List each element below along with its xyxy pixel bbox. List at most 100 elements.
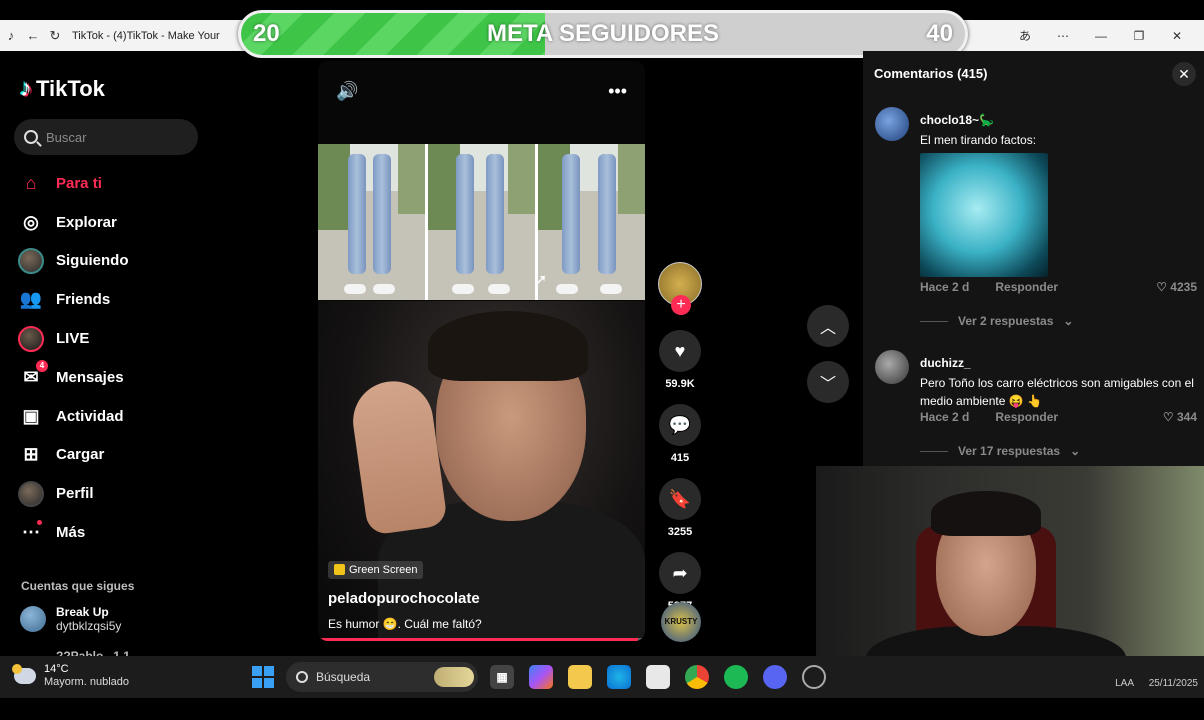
bookmark-icon: 🔖 [659, 478, 701, 520]
comment-meta: Hace 2 d Responder [920, 410, 1058, 424]
file-explorer-icon[interactable] [568, 665, 592, 689]
music-disc[interactable]: KRUSTY KRAB [661, 602, 701, 666]
webcam-overlay [816, 466, 1204, 686]
previous-video-button[interactable]: ︿ [807, 305, 849, 347]
comment-like[interactable]: ♡ 4235 [1156, 280, 1197, 294]
restore-button[interactable]: ❐ [1120, 29, 1158, 43]
comment-count: 415 [670, 452, 690, 464]
logo-text: TikTok [36, 76, 105, 101]
close-comments-button[interactable]: ✕ [1172, 62, 1196, 86]
search-placeholder: Buscar [46, 129, 87, 145]
sidebar-item-friends[interactable]: 👥 Friends [18, 280, 208, 319]
back-icon[interactable]: ← [22, 28, 44, 43]
sidebar-item-explorar[interactable]: ◎ Explorar [18, 203, 208, 242]
video-progress-fill [318, 638, 639, 641]
live-icon [18, 325, 44, 352]
view-replies-button[interactable]: Ver 2 respuestas ⌄ [920, 314, 1073, 328]
sidebar-item-cargar[interactable]: ⊞ Cargar [18, 436, 208, 475]
windows-start-icon[interactable] [252, 666, 274, 688]
next-video-button[interactable]: ﹀ [807, 361, 849, 403]
comment-image[interactable] [920, 153, 1048, 277]
video-author[interactable]: peladopurochocolate [328, 590, 628, 607]
more-notification-dot [37, 519, 42, 525]
video-navigation: ︿ ﹀ [807, 305, 849, 417]
discord-icon[interactable] [763, 665, 787, 689]
spotify-icon[interactable] [724, 665, 748, 689]
copilot-icon[interactable] [529, 665, 553, 689]
reload-icon[interactable]: ↻ [44, 28, 66, 44]
translate-icon[interactable]: あ [1006, 27, 1044, 44]
video-player[interactable]: 🔊 ••• Green Screen peladopurochocolate E… [318, 61, 645, 641]
messages-icon: ✉ 4 [18, 360, 48, 390]
search-highlight-icon [434, 667, 474, 687]
reply-button[interactable]: Responder [995, 280, 1058, 294]
more-menu-icon[interactable]: ⋯ [1044, 29, 1082, 43]
taskbar-date[interactable]: 25/11/2025 [1149, 678, 1198, 689]
comment-time: Hace 2 d [920, 410, 970, 424]
comment-text: Pero Toño los carro eléctricos son amiga… [920, 376, 1194, 408]
comment-action[interactable]: 💬 415 [656, 404, 704, 464]
sidebar-item-label: Más [56, 524, 86, 542]
edge-icon[interactable] [607, 665, 631, 689]
sidebar-item-label: Perfil [56, 485, 94, 503]
taskbar-apps: ▦ [490, 665, 826, 689]
goal-title: META SEGUIDORES [486, 20, 720, 47]
avatar[interactable] [875, 107, 909, 141]
follow-plus-icon[interactable]: + [671, 295, 691, 315]
obs-icon[interactable] [802, 665, 826, 689]
task-view-icon[interactable]: ▦ [490, 665, 514, 689]
video-description: Es humor 😁. Cuál me faltó? [328, 617, 482, 631]
sidebar-item-para-ti[interactable]: ⌂ Para ti [18, 164, 208, 203]
search-input[interactable]: Buscar [14, 119, 198, 155]
sidebar-item-mensajes[interactable]: ✉ 4 Mensajes [18, 358, 208, 397]
volume-icon[interactable]: 🔊 [336, 81, 358, 102]
search-icon [24, 130, 38, 144]
sidebar-item-perfil[interactable]: Perfil [18, 474, 208, 513]
comment-like-count: 344 [1176, 410, 1197, 424]
effect-tag[interactable]: Green Screen [328, 560, 424, 579]
chrome-icon[interactable] [685, 665, 709, 689]
comment-user[interactable]: choclo18~🦕 [920, 113, 994, 127]
view-replies-button[interactable]: Ver 17 respuestas ⌄ [920, 444, 1080, 458]
following-account[interactable]: Break Up dytbklzqsi5y [20, 605, 121, 633]
sidebar-item-label: Actividad [56, 407, 124, 425]
sidebar-item-label: Para ti [56, 174, 102, 192]
minimize-button[interactable]: — [1082, 29, 1120, 43]
goal-max: 40 [926, 20, 953, 47]
comment-text: El men tirando factos: [920, 133, 1037, 147]
comment-like[interactable]: ♡ 344 [1163, 410, 1197, 424]
video-top-controls: 🔊 ••• [318, 61, 645, 121]
taskbar-search[interactable]: Búsqueda [286, 662, 478, 692]
sidebar-item-siguiendo[interactable]: Siguiendo [18, 242, 208, 281]
screen: ♪ ← ↻ TikTok - (4)TikTok - Make Your D あ… [0, 0, 1204, 720]
comments-panel: Comentarios (415) ✕ choclo18~🦕 El men ti… [863, 51, 1204, 466]
like-count: 59.9K [665, 378, 695, 390]
save-count: 3255 [667, 526, 693, 538]
chevron-down-icon: ⌄ [1070, 444, 1081, 458]
video-progress-bar[interactable] [318, 638, 645, 641]
avatar[interactable] [875, 350, 909, 384]
letterbox-bar [0, 698, 1204, 720]
like-action[interactable]: ♥ 59.9K [656, 330, 704, 390]
save-action[interactable]: 🔖 3255 [656, 478, 704, 538]
reply-button[interactable]: Responder [995, 410, 1058, 424]
video-more-icon[interactable]: ••• [608, 81, 627, 102]
sidebar-item-label: Friends [56, 291, 111, 309]
search-icon [296, 671, 308, 683]
comment-meta: Hace 2 d Responder [920, 280, 1058, 294]
weather-widget[interactable]: 14°C Mayorm. nublado [12, 663, 129, 689]
language-indicator[interactable]: LAA [1115, 678, 1134, 689]
chevron-down-icon: ⌄ [1063, 314, 1074, 328]
sidebar-item-live[interactable]: LIVE [18, 319, 208, 358]
comment-user[interactable]: duchizz_ [920, 356, 971, 370]
sidebar-item-mas[interactable]: ⋯ Más [18, 513, 208, 552]
sidebar-item-actividad[interactable]: ▣ Actividad [18, 397, 208, 436]
following-title: Cuentas que sigues [21, 579, 135, 593]
cloud-sun-icon [12, 664, 36, 684]
close-window-button[interactable]: ✕ [1158, 29, 1196, 43]
comment-icon: 💬 [659, 404, 701, 446]
tab-title[interactable]: TikTok - (4)TikTok - Make Your D [72, 30, 222, 42]
tiktok-logo[interactable]: ♪ TikTok [20, 75, 105, 103]
creator-avatar[interactable]: + [658, 262, 702, 315]
store-icon[interactable] [646, 665, 670, 689]
